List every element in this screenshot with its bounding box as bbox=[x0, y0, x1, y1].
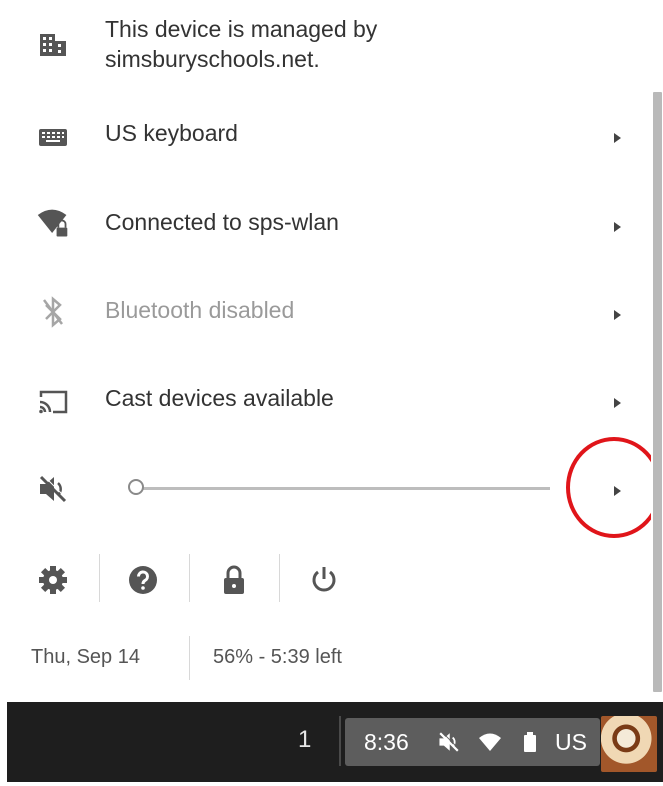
volume-slider-track[interactable] bbox=[138, 487, 550, 490]
divider bbox=[99, 554, 100, 602]
notification-count[interactable]: 1 bbox=[298, 726, 311, 754]
shelf: 1 8:36 US bbox=[7, 702, 663, 782]
network-row[interactable]: Connected to sps-wlan bbox=[0, 193, 651, 253]
keyboard-label: US keyboard bbox=[105, 120, 238, 146]
volume-slider-thumb[interactable] bbox=[128, 479, 144, 495]
highlight-circle bbox=[566, 437, 662, 538]
volume-muted-icon bbox=[437, 730, 461, 754]
divider bbox=[189, 636, 190, 680]
scrollbar-thumb[interactable] bbox=[653, 92, 662, 692]
cast-label: Cast devices available bbox=[105, 385, 334, 411]
bluetooth-row[interactable]: Bluetooth disabled bbox=[0, 281, 651, 341]
bluetooth-label: Bluetooth disabled bbox=[105, 297, 295, 323]
managed-device-text: This device is managed by simsburyschool… bbox=[105, 16, 378, 72]
keyboard-row[interactable]: US keyboard bbox=[0, 104, 651, 164]
chevron-right-icon bbox=[614, 310, 621, 320]
lock-icon[interactable] bbox=[212, 558, 256, 602]
battery-status-text: 56% - 5:39 left bbox=[213, 646, 342, 668]
keyboard-icon bbox=[36, 120, 70, 154]
divider bbox=[339, 716, 341, 766]
input-method-label: US bbox=[555, 729, 587, 755]
clock-time: 8:36 bbox=[364, 729, 409, 755]
settings-icon[interactable] bbox=[31, 558, 75, 602]
divider bbox=[189, 554, 190, 602]
battery-icon bbox=[518, 730, 542, 754]
user-avatar[interactable] bbox=[601, 716, 657, 772]
divider bbox=[279, 554, 280, 602]
power-icon[interactable] bbox=[302, 558, 346, 602]
chevron-right-icon bbox=[614, 398, 621, 408]
cast-icon bbox=[36, 385, 70, 419]
scrollbar[interactable] bbox=[651, 0, 663, 702]
status-area[interactable]: 8:36 US bbox=[345, 718, 600, 766]
wifi-icon bbox=[478, 730, 502, 754]
chevron-right-icon bbox=[614, 133, 621, 143]
tray-buttons bbox=[0, 550, 651, 610]
managed-device-row: This device is managed by simsburyschool… bbox=[0, 0, 651, 90]
help-icon[interactable] bbox=[121, 558, 165, 602]
cast-row[interactable]: Cast devices available bbox=[0, 369, 651, 429]
date-text[interactable]: Thu, Sep 14 bbox=[31, 646, 140, 669]
system-tray-menu: This device is managed by simsburyschool… bbox=[0, 0, 662, 702]
chevron-right-icon bbox=[614, 222, 621, 232]
network-label: Connected to sps-wlan bbox=[105, 209, 339, 235]
volume-muted-icon[interactable] bbox=[36, 472, 70, 506]
bluetooth-disabled-icon bbox=[36, 295, 70, 329]
wifi-lock-icon bbox=[36, 207, 70, 241]
building-icon bbox=[36, 28, 70, 62]
